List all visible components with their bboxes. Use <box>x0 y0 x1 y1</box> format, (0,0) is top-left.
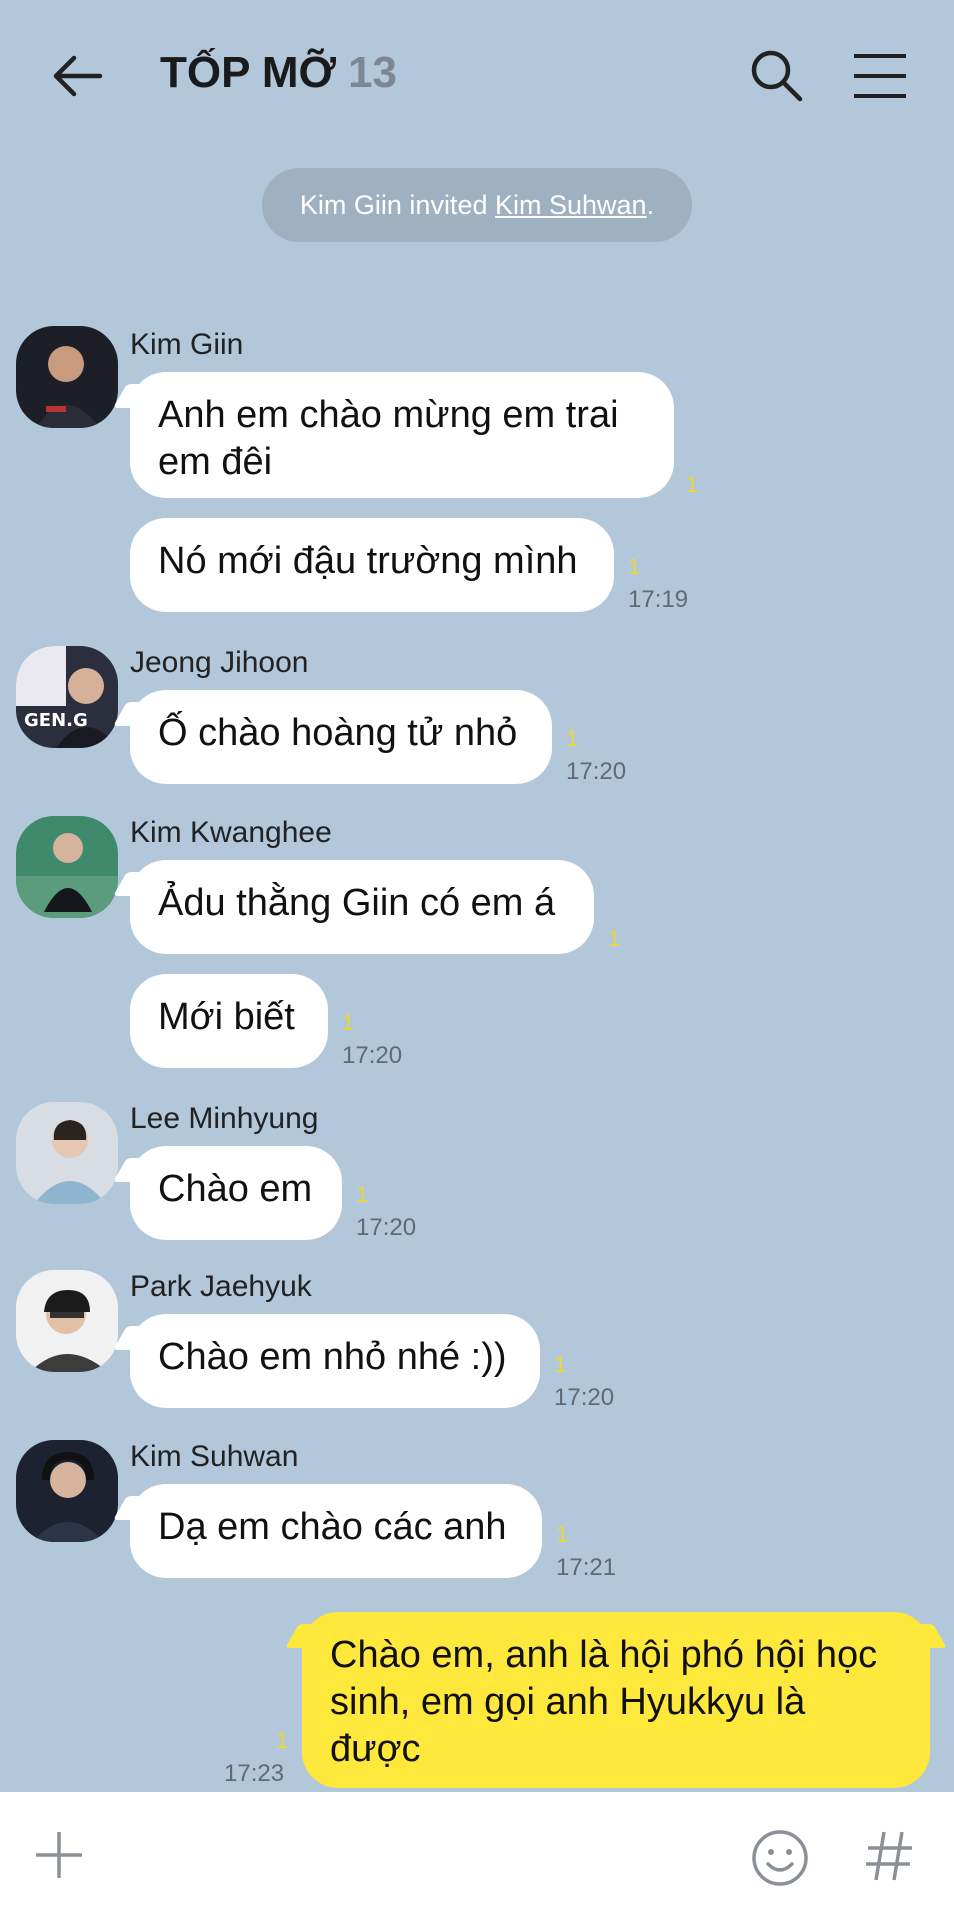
profile-photo: GEN.G <box>16 646 118 748</box>
unread-count: 1 <box>686 472 699 497</box>
svg-text:GEN.G: GEN.G <box>24 710 88 731</box>
message-time: 17:20 <box>566 758 627 785</box>
unread-count: 1 <box>356 1182 369 1207</box>
chat-header: TỐP MỠ 13 <box>0 0 954 150</box>
arrow-left-icon <box>53 55 103 97</box>
unread-count: 1 <box>554 1352 567 1377</box>
sender-name: Jeong Jihoon <box>130 646 309 679</box>
message-time: 17:20 <box>554 1384 615 1411</box>
notice-invitee-link[interactable]: Kim Suhwan <box>495 190 647 220</box>
my-message-bubble[interactable]: Chào em, anh là hội phó hội học sinh, em… <box>302 1612 930 1788</box>
unread-count: 1 <box>628 554 641 579</box>
attach-button[interactable] <box>32 1828 86 1882</box>
avatar[interactable]: GEN.G <box>16 646 118 748</box>
message-time: 17:19 <box>628 586 689 613</box>
profile-photo <box>16 1102 118 1204</box>
hashtag-button[interactable] <box>860 1826 920 1886</box>
menu-button[interactable] <box>852 48 908 104</box>
message-bubble[interactable]: Ảdu thằng Giin có em á <box>130 860 594 954</box>
unread-count: 1 <box>556 1522 569 1547</box>
message-bubble[interactable]: Mới biết <box>130 974 328 1068</box>
emoji-icon <box>752 1830 808 1886</box>
unread-count: 1 <box>342 1010 355 1035</box>
hamburger-menu-icon <box>854 54 906 98</box>
avatar[interactable] <box>16 1102 118 1204</box>
profile-photo <box>16 1270 118 1372</box>
sender-name: Kim Suhwan <box>130 1440 299 1473</box>
profile-photo <box>16 1440 118 1542</box>
avatar[interactable] <box>16 1440 118 1542</box>
back-button[interactable] <box>48 46 108 106</box>
message-bubble[interactable]: Dạ em chào các anh <box>130 1484 542 1578</box>
chat-name: TỐP MỠ <box>160 48 337 97</box>
unread-count: 1 <box>608 926 621 951</box>
avatar[interactable] <box>16 1270 118 1372</box>
hash-icon <box>866 1831 912 1881</box>
search-icon <box>751 50 803 102</box>
message-bubble[interactable]: Nó mới đậu trường mình <box>130 518 614 612</box>
profile-photo <box>16 326 118 428</box>
search-button[interactable] <box>746 46 806 106</box>
message-time: 17:21 <box>556 1554 617 1581</box>
unread-count: 1 <box>566 726 579 751</box>
message-time: 17:20 <box>342 1042 403 1069</box>
notice-end: . <box>646 190 655 220</box>
message-bubble[interactable]: Chào em <box>130 1146 342 1240</box>
profile-photo <box>16 816 118 918</box>
sender-name: Park Jaehyuk <box>130 1270 312 1303</box>
invite-notice: Kim Giin invited Kim Suhwan. <box>262 168 692 242</box>
unread-count: 1 <box>276 1728 289 1753</box>
member-count: 13 <box>348 48 398 97</box>
message-bubble[interactable]: Ố chào hoàng tử nhỏ <box>130 690 552 784</box>
notice-text: invited <box>401 190 495 220</box>
message-time: 17:20 <box>356 1214 417 1241</box>
avatar[interactable] <box>16 816 118 918</box>
avatar[interactable] <box>16 326 118 428</box>
emoji-button[interactable] <box>750 1828 810 1888</box>
plus-icon <box>36 1832 82 1878</box>
message-bubble[interactable]: Anh em chào mừng em trai em đêi <box>130 372 674 498</box>
message-time: 17:23 <box>224 1760 285 1787</box>
sender-name: Lee Minhyung <box>130 1102 319 1135</box>
notice-inviter: Kim Giin <box>299 190 402 220</box>
sender-name: Kim Giin <box>130 328 244 361</box>
message-bubble[interactable]: Chào em nhỏ nhé :)) <box>130 1314 540 1408</box>
input-bar <box>0 1792 954 1920</box>
sender-name: Kim Kwanghee <box>130 816 332 849</box>
chat-title: TỐP MỠ 13 <box>160 48 397 98</box>
